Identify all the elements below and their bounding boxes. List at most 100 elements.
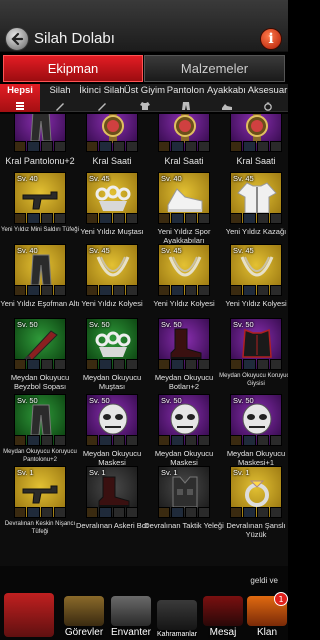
gem-slot [53,435,66,446]
gem-slot [86,141,99,152]
baseball-bat-icon [24,330,58,361]
gem-slot [125,359,138,370]
category-tab-2[interactable]: İkinci Silah [79,84,125,112]
nav-label: Görevler [64,627,104,638]
tasks-nav-button[interactable]: Görevler [61,588,107,638]
page-title: Silah Dolabı [34,30,115,47]
gem-slot [53,141,66,152]
inventory-item[interactable]: Sv. 50 Meydan Okuyucu Botları+2 [144,318,216,394]
inventory-item[interactable]: Kral Saati [72,114,144,176]
item-level: Sv. 45 [161,246,182,255]
gem-slot [99,141,112,152]
gem-slot [99,285,112,296]
inventory-item[interactable]: Sv. 1 Devralınan Taktik Yeleği [144,466,224,542]
category-tab-0[interactable]: Hepsi [0,84,40,112]
gem-slots [158,435,210,446]
category-tab-4[interactable]: Pantolon [165,84,206,112]
gem-slots [14,141,66,152]
tab-equipment[interactable]: Ekipman [3,55,143,82]
gem-slot [256,285,269,296]
notification-badge: 1 [274,592,288,606]
pants-icon [30,404,52,436]
gem-slot [269,213,282,224]
inventory-item[interactable]: Sv. 1 Devralınan Şanslı Yüzük [216,466,288,542]
inventory-item[interactable]: Sv. 40 Yeni Yıldız Spor Ayakkabıları [144,172,216,248]
item-name: Yeni Yıldız Spor Ayakkabıları [157,227,211,245]
inventory-item[interactable]: Sv. 50 Meydan Okuyucu Beyzbol Sopası [0,318,72,394]
rifle-icon [22,485,58,504]
gem-slot [230,435,243,446]
inventory-nav-button[interactable]: Envanter [108,588,154,638]
shoe-icon [221,96,233,115]
item-level: Sv. 50 [233,396,254,405]
clan-nav-button[interactable]: Klan 1 [244,588,290,638]
item-name: Kral Saati [164,156,204,166]
gem-slot [14,359,27,370]
tab-materials[interactable]: Malzemeler [144,55,285,82]
inventory-item[interactable]: Sv. 1 Devralınan Keskin Nişancı Tüfeği [0,466,75,542]
inventory-item[interactable]: Sv. 50 Meydan Okuyucu Maskesi [144,394,216,470]
inventory-item[interactable]: Sv. 1 Devralınan Askeri Bot [72,466,148,542]
info-button[interactable]: i [260,28,282,50]
gem-slots [86,507,138,518]
gem-slot [269,141,282,152]
brass-knuckles-icon [95,331,131,357]
message-nav-button[interactable]: Mesaj [200,588,246,638]
inventory-item[interactable]: Kral Saati [216,114,288,176]
inventory-item[interactable]: Sv. 50 Meydan Okuyucu Koruyucu Pantolonu+… [0,394,77,470]
gem-slot [112,507,125,518]
item-name: Yeni Yıldız Eşofman Altı [0,299,80,308]
category-label: Üst Giyim [123,85,166,96]
ring-icon [245,480,269,507]
item-name: Meydan Okuyucu Koruyucu Pantolonu+2 [3,449,77,463]
inventory-item[interactable]: Sv. 45 Yeni Yıldız Kolyesi [216,244,288,320]
gem-slot [197,213,210,224]
inventory-item[interactable]: Kral Saati [144,114,216,176]
gem-slot [112,213,125,224]
inventory-item[interactable]: Sv. 50 Meydan Okuyucu Koruyucu Giysisi [216,318,288,394]
category-tab-6[interactable]: Aksesuar [247,84,288,112]
item-name: Devralınan Taktik Yeleği [144,521,224,530]
category-tab-3[interactable]: Üst Giyim [124,84,165,112]
ring-icon [262,96,274,115]
gem-slot [256,359,269,370]
gem-slot [230,359,243,370]
necklace-icon [96,256,130,277]
main-tabs: Ekipman Malzemeler [0,55,288,82]
item-name: Devralınan Şanslı Yüzük [226,521,286,539]
item-name: Yeni Yıldız Kolyesi [81,299,143,308]
gem-slot [27,213,40,224]
category-label: Aksesuar [247,85,288,96]
back-button[interactable] [5,27,29,51]
item-level: Sv. 50 [161,320,182,329]
item-name: Devralınan Askeri Bot [75,521,149,530]
inventory-item[interactable]: Sv. 45 Yeni Yıldız Muştası [72,172,144,248]
inventory-item[interactable]: Sv. 50 Meydan Okuyucu Maskesi+1 [216,394,288,470]
inventory-item[interactable]: Sv. 45 Yeni Yıldız Kolyesi [144,244,216,320]
back-arrow-icon [11,32,24,46]
gem-slot [256,213,269,224]
item-name: Meydan Okuyucu Maskesi [154,449,214,467]
gem-slot [86,213,99,224]
item-level: Sv. 45 [233,174,254,183]
shop-nav-button[interactable] [2,588,56,638]
inventory-item[interactable]: Sv. 45 Yeni Yıldız Kazağı [216,172,288,248]
inventory-item[interactable]: Kral Pantolonu+2 [0,114,75,176]
inventory-item[interactable]: Sv. 40 Yeni Yıldız Mini Saldırı Tüfeği [0,172,79,248]
inventory-item[interactable]: Sv. 50 Meydan Okuyucu Maskesi [72,394,144,470]
header-bar: Silah Dolabı i [0,0,288,52]
inventory-item[interactable]: Sv. 40 Yeni Yıldız Eşofman Altı [0,244,80,320]
gem-slots [86,359,138,370]
heroes-nav-button[interactable]: Kahramanlar [154,588,200,638]
category-tab-1[interactable]: Silah [40,84,80,112]
gem-slot [243,435,256,446]
gem-slot [125,141,138,152]
category-tab-5[interactable]: Ayakkabı [206,84,247,112]
inventory-item[interactable]: Sv. 45 Yeni Yıldız Kolyesi [72,244,144,320]
gem-slot [99,507,112,518]
gem-slots [230,213,282,224]
gem-slot [14,213,27,224]
inventory-item[interactable]: Sv. 50 Meydan Okuyucu Muştası [72,318,144,394]
gem-slot [53,213,66,224]
gem-slot [269,507,282,518]
